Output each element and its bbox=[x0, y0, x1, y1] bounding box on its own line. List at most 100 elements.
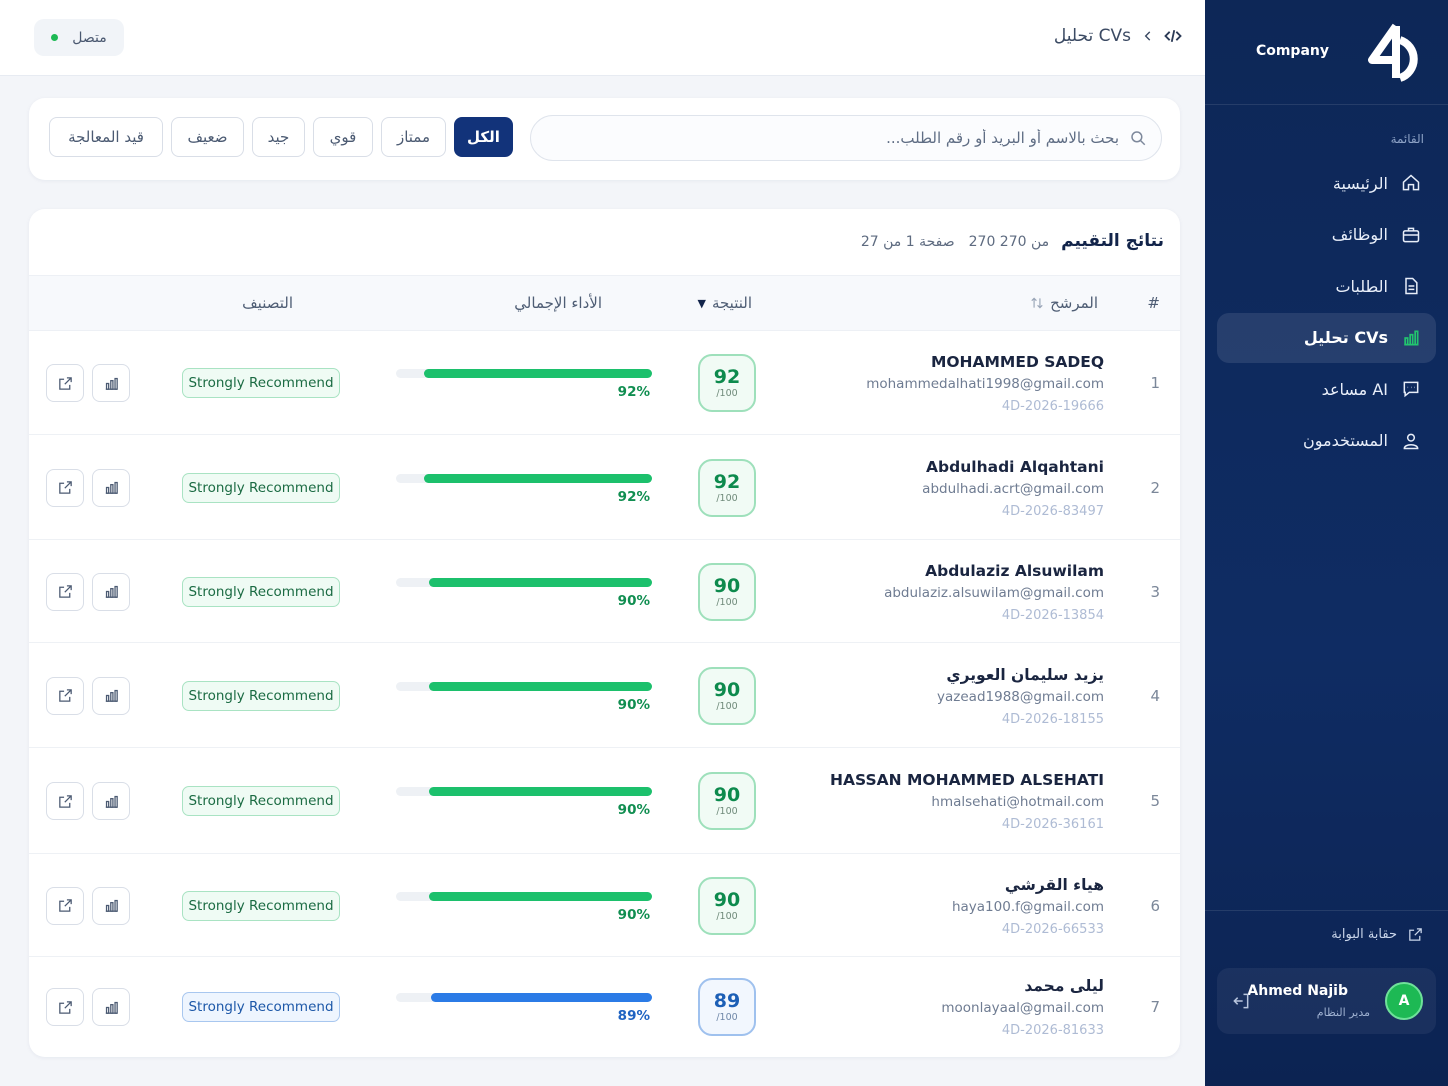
search-input[interactable] bbox=[549, 118, 1119, 158]
score-badge: 92 /100 bbox=[698, 458, 756, 517]
view-analysis-button[interactable] bbox=[92, 782, 130, 820]
external-link-icon bbox=[58, 794, 72, 808]
performance-percent: 92% bbox=[617, 488, 650, 505]
application-code: 4D-2026-36161 bbox=[1001, 817, 1104, 832]
row-number: 5 bbox=[1150, 792, 1160, 810]
view-analysis-button[interactable] bbox=[92, 988, 130, 1026]
candidate-name[interactable]: هياء القرشي bbox=[1005, 876, 1104, 894]
sidebar-item-jobs[interactable]: الوظائف bbox=[1217, 210, 1436, 260]
chip-processing[interactable]: قيد المعالجة bbox=[49, 117, 163, 157]
open-cv-button[interactable] bbox=[46, 676, 84, 715]
row-number: 3 bbox=[1150, 582, 1160, 601]
col-classification: التصنيف bbox=[242, 294, 293, 312]
portal-link[interactable]: حقابة البوابة bbox=[1331, 926, 1424, 943]
classification-badge: Strongly Recommend bbox=[182, 786, 340, 816]
topbar: تحليل CVs متصل bbox=[0, 0, 1205, 76]
bar-chart-icon bbox=[105, 481, 118, 494]
avatar[interactable]: A bbox=[1385, 982, 1423, 1020]
candidate-name[interactable]: ليلى محمد bbox=[1024, 977, 1104, 995]
score-badge: 90 /100 bbox=[698, 666, 756, 725]
col-score-label: النتيجة bbox=[711, 294, 752, 312]
candidate-name[interactable]: MOHAMMED SADEQ bbox=[931, 353, 1104, 371]
candidate-name[interactable]: Abdulaziz Alsuwilam bbox=[925, 562, 1104, 580]
score-badge: 90 /100 bbox=[698, 562, 756, 621]
performance-percent: 90% bbox=[617, 802, 650, 818]
col-score[interactable]: النتيجة ▼ bbox=[697, 294, 752, 312]
view-analysis-button[interactable] bbox=[92, 468, 130, 507]
sidebar-item-label: الوظائف bbox=[1331, 225, 1388, 244]
user-card: A Ahmed Najib مدير النظام bbox=[1217, 968, 1436, 1034]
score-badge: 89 /100 bbox=[698, 978, 756, 1036]
score-max: /100 bbox=[716, 700, 738, 712]
sidebar-item-ai-assistant[interactable]: مساعد AI bbox=[1217, 364, 1436, 414]
search-box[interactable] bbox=[530, 115, 1162, 161]
candidate-name[interactable]: يزيد سليمان العويري bbox=[946, 666, 1104, 684]
table-row[interactable]: 6 هياء القرشي haya100.f@gmail.com 4D-202… bbox=[29, 854, 1180, 957]
open-cv-button[interactable] bbox=[46, 886, 84, 925]
classification-badge: Strongly Recommend bbox=[182, 368, 340, 398]
chip-all[interactable]: الكل bbox=[454, 117, 513, 157]
company-logo-icon bbox=[1368, 23, 1418, 82]
col-candidate[interactable]: المرشح bbox=[1030, 294, 1098, 312]
open-cv-button[interactable] bbox=[46, 988, 84, 1026]
score-max: /100 bbox=[716, 910, 738, 922]
score-value: 92 bbox=[713, 366, 741, 388]
table-row[interactable]: 5 HASSAN MOHAMMED ALSEHATI hmalsehati@ho… bbox=[29, 748, 1180, 854]
external-link-icon bbox=[1409, 928, 1422, 941]
application-code: 4D-2026-13854 bbox=[1001, 607, 1104, 623]
open-cv-button[interactable] bbox=[46, 782, 84, 820]
row-number: 7 bbox=[1150, 998, 1160, 1016]
brand[interactable]: Company bbox=[1224, 22, 1424, 86]
candidate-email: mohammedalhati1998@gmail.com bbox=[866, 376, 1104, 392]
view-analysis-button[interactable] bbox=[92, 364, 130, 402]
score-value: 90 bbox=[713, 888, 741, 911]
col-candidate-label: المرشح bbox=[1050, 294, 1098, 312]
open-cv-button[interactable] bbox=[46, 468, 84, 507]
sidebar-divider bbox=[1205, 104, 1448, 105]
view-analysis-button[interactable] bbox=[92, 572, 130, 611]
table-row[interactable]: 3 Abdulaziz Alsuwilam abdulaziz.alsuwila… bbox=[29, 540, 1180, 643]
sidebar-menu: الرئيسية الوظائف الطلبات تحليل CVs مساعد… bbox=[1217, 158, 1436, 467]
open-cv-button[interactable] bbox=[46, 572, 84, 611]
table-row[interactable]: 7 ليلى محمد moonlayaal@gmail.com 4D-2026… bbox=[29, 957, 1180, 1057]
table-row[interactable]: 2 Abdulhadi Alqahtani abdulhadi.acrt@gma… bbox=[29, 435, 1180, 540]
candidate-name[interactable]: Abdulhadi Alqahtani bbox=[926, 458, 1104, 476]
logout-icon[interactable] bbox=[1231, 991, 1251, 1011]
view-analysis-button[interactable] bbox=[92, 676, 130, 715]
filter-bar: قيد المعالجة ضعيف جيد قوي ممتاز الكل bbox=[29, 98, 1180, 180]
code-icon[interactable] bbox=[1163, 26, 1183, 46]
home-icon bbox=[1400, 172, 1422, 194]
candidate-name[interactable]: HASSAN MOHAMMED ALSEHATI bbox=[830, 771, 1104, 789]
sidebar-divider bbox=[1205, 910, 1448, 911]
sidebar-item-home[interactable]: الرئيسية bbox=[1217, 158, 1436, 208]
sidebar-item-label: المستخدمون bbox=[1303, 431, 1388, 450]
classification-badge: Strongly Recommend bbox=[182, 576, 340, 607]
online-dot-icon bbox=[51, 34, 59, 41]
score-value: 90 bbox=[713, 784, 741, 806]
filter-chips: قيد المعالجة ضعيف جيد قوي ممتاز الكل bbox=[49, 117, 521, 157]
row-number: 2 bbox=[1150, 478, 1160, 497]
brand-name: Company bbox=[1255, 43, 1329, 59]
table-row[interactable]: 4 يزيد سليمان العويري yazead1988@gmail.c… bbox=[29, 643, 1180, 748]
performance-bar-fill bbox=[424, 369, 652, 378]
sidebar-item-applications[interactable]: الطلبات bbox=[1217, 261, 1436, 311]
candidate-email: hmalsehati@hotmail.com bbox=[931, 794, 1104, 810]
sidebar-item-cv-analysis[interactable]: تحليل CVs bbox=[1217, 312, 1436, 363]
candidate-email: abdulhadi.acrt@gmail.com bbox=[922, 480, 1104, 497]
score-value: 92 bbox=[713, 470, 741, 493]
chip-good[interactable]: جيد bbox=[252, 117, 305, 157]
status-badge: متصل bbox=[34, 19, 124, 56]
performance-percent: 90% bbox=[617, 592, 650, 609]
chip-strong[interactable]: قوي bbox=[313, 117, 373, 157]
results-count: 270 من 270 bbox=[968, 234, 1050, 250]
performance-bar-fill bbox=[429, 787, 652, 796]
application-code: 4D-2026-66533 bbox=[1001, 921, 1104, 937]
chip-weak[interactable]: ضعيف bbox=[171, 117, 244, 157]
chip-excellent[interactable]: ممتاز bbox=[381, 117, 446, 157]
bar-chart-icon bbox=[1400, 327, 1422, 349]
view-analysis-button[interactable] bbox=[92, 886, 130, 925]
table-row[interactable]: 1 MOHAMMED SADEQ mohammedalhati1998@gmai… bbox=[29, 331, 1180, 435]
open-cv-button[interactable] bbox=[46, 364, 84, 402]
sidebar-item-users[interactable]: المستخدمون bbox=[1217, 416, 1436, 466]
sidebar-item-label: تحليل CVs bbox=[1303, 328, 1388, 347]
